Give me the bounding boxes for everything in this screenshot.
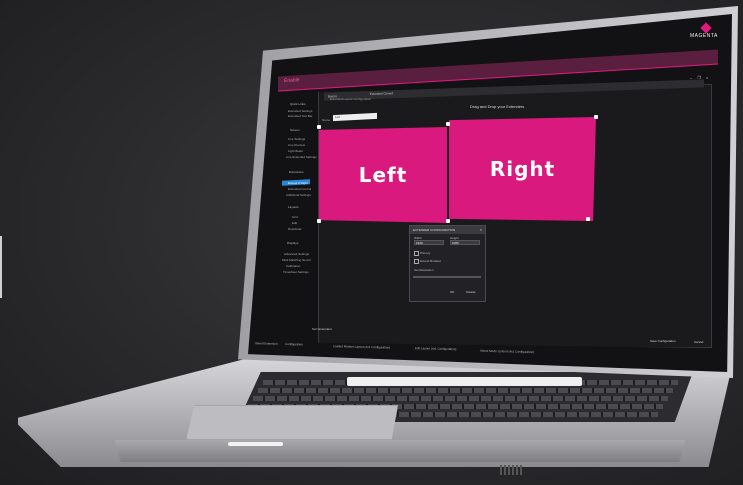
- brand-name: MAGENTA: [690, 33, 718, 39]
- resize-handle[interactable]: [317, 219, 321, 223]
- dialog-ok-button[interactable]: OK: [450, 290, 454, 294]
- laptop-front-edge: [115, 440, 685, 462]
- sidebar-section-title: Screen: [290, 128, 300, 132]
- dialog-title: EXTENDER CONFIGURATION: [413, 228, 456, 232]
- display-right[interactable]: Right: [449, 117, 596, 221]
- laptop-touchpad: [186, 405, 398, 440]
- sidebar-item[interactable]: Live Settings: [288, 137, 305, 141]
- laptop-front-notch: [228, 442, 283, 446]
- sort-extenders-button[interactable]: Sort Extenders: [312, 327, 332, 331]
- sidebar-item[interactable]: Extended Control: [288, 187, 311, 191]
- name-input-value: Left: [335, 115, 341, 119]
- sidebar-item[interactable]: Edit: [292, 221, 297, 225]
- sidebar-item[interactable]: Live Extended Settings: [286, 155, 317, 159]
- display-left[interactable]: Left: [319, 127, 447, 223]
- sidebar-section-title: Layouts: [288, 205, 299, 209]
- sidebar-item[interactable]: Download: [288, 227, 301, 231]
- resize-handle[interactable]: [317, 125, 321, 129]
- status-item: Saved Extension: [255, 341, 278, 346]
- width-field[interactable]: 1920: [414, 240, 444, 245]
- primary-checkbox-label: Primary: [420, 251, 431, 255]
- app-title: Enable: [284, 77, 300, 85]
- name-label: Name: [322, 118, 331, 122]
- sidebar-section-title: Extensions: [289, 170, 304, 174]
- resize-handle[interactable]: [446, 122, 450, 126]
- laptop-hinge-bar: [347, 377, 582, 386]
- height-field[interactable]: 1080: [450, 240, 480, 245]
- sidebar-item[interactable]: Light Beam: [288, 149, 303, 153]
- status-item: Loaded Monitor Layout (4x1 Configuration…: [333, 344, 391, 350]
- sidebar-item[interactable]: Multi Matching Server: [282, 258, 311, 262]
- resize-handle[interactable]: [446, 219, 450, 223]
- sidebar-section-title: Quick Links: [290, 102, 306, 106]
- dialog-cancel-button[interactable]: Cancel: [466, 290, 475, 294]
- laptop-speaker-grille: [500, 465, 522, 475]
- sidebar-item[interactable]: Calibration: [286, 264, 300, 268]
- status-item: Configuration: [285, 341, 303, 347]
- close-icon[interactable]: ×: [480, 227, 482, 232]
- sidebar-item[interactable]: Timesheet Settings: [283, 270, 309, 274]
- display-left-label: Left: [358, 163, 408, 187]
- sidebar-item[interactable]: Extended Settings: [288, 109, 312, 113]
- dialog-header: EXTENDER CONFIGURATION ×: [410, 226, 485, 234]
- page-edge-mark: [0, 236, 2, 298]
- sidebar-item[interactable]: Grid: [292, 215, 298, 219]
- sidebar-item[interactable]: Extended Tool Bar: [288, 114, 312, 118]
- cancel-button[interactable]: Cancel: [694, 340, 703, 344]
- rotated-checkbox[interactable]: [414, 259, 419, 264]
- resolution-label: Set Resolution: [414, 268, 434, 272]
- rotated-checkbox-label: Extend Rotated: [420, 259, 441, 263]
- save-configuration-button[interactable]: Save Configuration: [650, 339, 676, 343]
- tab-extended-cloned[interactable]: Extended Cloned: [370, 91, 393, 96]
- sidebar-item[interactable]: Advanced Settings: [284, 252, 309, 256]
- drag-drop-title: Drag and Drop your Extenders: [470, 104, 525, 109]
- sidebar-item[interactable]: Live Preview: [288, 143, 305, 147]
- display-right-label: Right: [489, 157, 556, 181]
- sidebar-item-active-label[interactable]: Extend 2 Right: [288, 181, 308, 185]
- resolution-slider[interactable]: [413, 276, 481, 278]
- extender-config-dialog: EXTENDER CONFIGURATION × Width 1920 Heig…: [409, 225, 486, 302]
- primary-checkbox[interactable]: [414, 251, 419, 256]
- resize-handle[interactable]: [586, 217, 590, 221]
- sidebar-item[interactable]: Additional Settings: [286, 193, 311, 197]
- content-subtitle: Extended Layout Configuration: [330, 97, 372, 101]
- status-item: Edit Layout (4x1 Configuration): [415, 346, 457, 352]
- resize-handle[interactable]: [594, 115, 598, 119]
- sidebar-section-title: Displays: [287, 241, 299, 245]
